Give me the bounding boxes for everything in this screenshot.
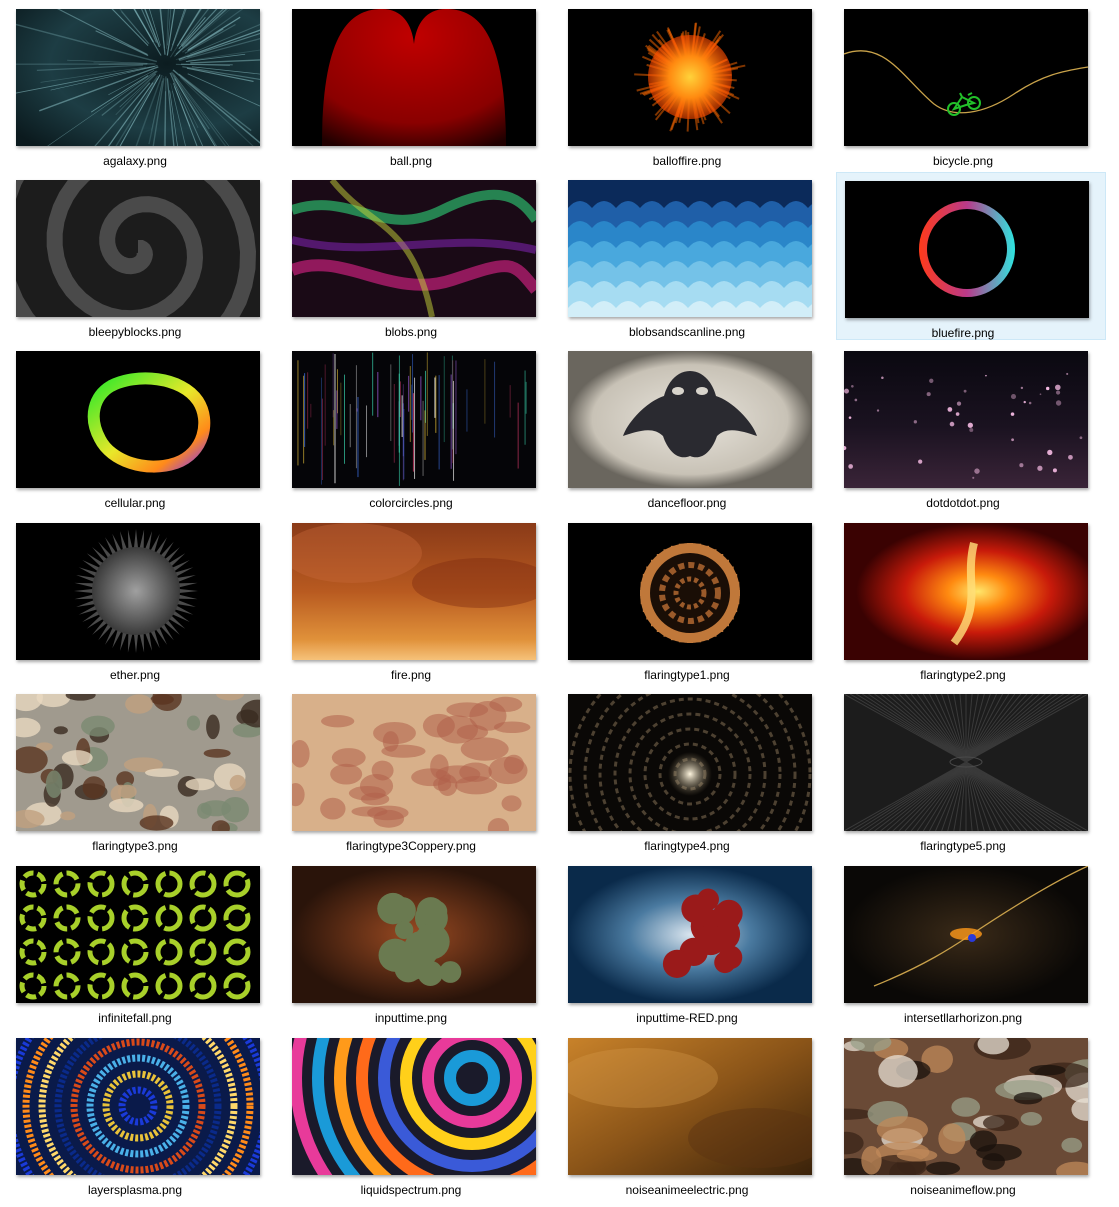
file-name-label[interactable]: dotdotdot.png <box>836 496 1090 510</box>
file-name-label[interactable]: agalaxy.png <box>8 154 262 168</box>
file-grid: agalaxy.png ball.png balloffire.png bicycle… <box>0 0 1119 1207</box>
file-name-label[interactable]: noiseanimeelectric.png <box>560 1183 814 1197</box>
file-name-label[interactable]: flaringtype1.png <box>560 668 814 682</box>
file-name-label[interactable]: intersetllarhorizon.png <box>836 1011 1090 1025</box>
file-name-label[interactable]: cellular.png <box>8 496 262 510</box>
file-name-label[interactable]: flaringtype3.png <box>8 839 262 853</box>
file-thumbnail[interactable] <box>292 351 536 488</box>
file-thumbnail[interactable] <box>844 523 1088 660</box>
file-name-label[interactable]: inputtime-RED.png <box>560 1011 814 1025</box>
file-thumbnail[interactable] <box>844 694 1088 831</box>
file-item[interactable]: blobsandscanline.png <box>560 172 830 340</box>
file-item[interactable]: inputtime-RED.png <box>560 858 830 1026</box>
file-item[interactable]: dancefloor.png <box>560 343 830 511</box>
file-thumbnail[interactable] <box>844 9 1088 146</box>
file-thumbnail[interactable] <box>568 694 812 831</box>
file-item[interactable]: intersetllarhorizon.png <box>836 858 1106 1026</box>
file-name-label[interactable]: bluefire.png <box>837 326 1089 340</box>
file-name-label[interactable]: flaringtype3Coppery.png <box>284 839 538 853</box>
file-name-label[interactable]: blobs.png <box>284 325 538 339</box>
file-thumbnail[interactable] <box>16 1038 260 1175</box>
file-name-label[interactable]: flaringtype2.png <box>836 668 1090 682</box>
file-thumbnail[interactable] <box>844 1038 1088 1175</box>
file-item[interactable]: cellular.png <box>8 343 278 511</box>
file-item[interactable]: inputtime.png <box>284 858 554 1026</box>
file-thumbnail[interactable] <box>292 694 536 831</box>
file-thumbnail[interactable] <box>845 181 1089 318</box>
file-thumbnail[interactable] <box>292 9 536 146</box>
file-name-label[interactable]: inputtime.png <box>284 1011 538 1025</box>
file-item[interactable]: blobs.png <box>284 172 554 340</box>
file-thumbnail[interactable] <box>568 9 812 146</box>
file-thumbnail[interactable] <box>568 866 812 1003</box>
file-item[interactable]: flaringtype2.png <box>836 515 1106 683</box>
file-item[interactable]: bleepyblocks.png <box>8 172 278 340</box>
file-item[interactable]: colorcircles.png <box>284 343 554 511</box>
file-name-label[interactable]: flaringtype5.png <box>836 839 1090 853</box>
file-thumbnail[interactable] <box>16 694 260 831</box>
file-name-label[interactable]: blobsandscanline.png <box>560 325 814 339</box>
file-name-label[interactable]: flaringtype4.png <box>560 839 814 853</box>
file-item[interactable]: noiseanimeelectric.png <box>560 1030 830 1198</box>
file-thumbnail[interactable] <box>16 9 260 146</box>
file-name-label[interactable]: ball.png <box>284 154 538 168</box>
file-thumbnail[interactable] <box>844 351 1088 488</box>
file-name-label[interactable]: dancefloor.png <box>560 496 814 510</box>
file-item[interactable]: flaringtype3Coppery.png <box>284 686 554 854</box>
file-name-label[interactable]: fire.png <box>284 668 538 682</box>
file-thumbnail[interactable] <box>292 523 536 660</box>
file-thumbnail[interactable] <box>16 866 260 1003</box>
file-thumbnail[interactable] <box>292 180 536 317</box>
file-name-label[interactable]: liquidspectrum.png <box>284 1183 538 1197</box>
file-item[interactable]: infinitefall.png <box>8 858 278 1026</box>
file-thumbnail[interactable] <box>16 180 260 317</box>
file-item[interactable]: fire.png <box>284 515 554 683</box>
file-item[interactable]: layersplasma.png <box>8 1030 278 1198</box>
file-thumbnail[interactable] <box>568 523 812 660</box>
file-item[interactable]: dotdotdot.png <box>836 343 1106 511</box>
file-thumbnail[interactable] <box>844 866 1088 1003</box>
file-name-label[interactable]: layersplasma.png <box>8 1183 262 1197</box>
file-item[interactable]: ether.png <box>8 515 278 683</box>
file-item[interactable]: bicycle.png <box>836 1 1106 169</box>
file-item[interactable]: flaringtype1.png <box>560 515 830 683</box>
file-thumbnail[interactable] <box>16 351 260 488</box>
file-name-label[interactable]: bleepyblocks.png <box>8 325 262 339</box>
file-name-label[interactable]: balloffire.png <box>560 154 814 168</box>
file-item[interactable]: flaringtype3.png <box>8 686 278 854</box>
file-thumbnail[interactable] <box>568 351 812 488</box>
file-name-label[interactable]: colorcircles.png <box>284 496 538 510</box>
file-item[interactable]: noiseanimeflow.png <box>836 1030 1106 1198</box>
file-name-label[interactable]: ether.png <box>8 668 262 682</box>
file-thumbnail[interactable] <box>292 1038 536 1175</box>
file-name-label[interactable]: infinitefall.png <box>8 1011 262 1025</box>
file-thumbnail[interactable] <box>568 180 812 317</box>
file-item[interactable]: flaringtype4.png <box>560 686 830 854</box>
file-thumbnail[interactable] <box>292 866 536 1003</box>
file-item[interactable]: liquidspectrum.png <box>284 1030 554 1198</box>
file-item[interactable]: flaringtype5.png <box>836 686 1106 854</box>
file-name-label[interactable]: bicycle.png <box>836 154 1090 168</box>
file-item[interactable]: balloffire.png <box>560 1 830 169</box>
file-name-label[interactable]: noiseanimeflow.png <box>836 1183 1090 1197</box>
file-thumbnail[interactable] <box>16 523 260 660</box>
file-thumbnail[interactable] <box>568 1038 812 1175</box>
file-item[interactable]: bluefire.png <box>836 172 1106 340</box>
file-item[interactable]: agalaxy.png <box>8 1 278 169</box>
file-item[interactable]: ball.png <box>284 1 554 169</box>
